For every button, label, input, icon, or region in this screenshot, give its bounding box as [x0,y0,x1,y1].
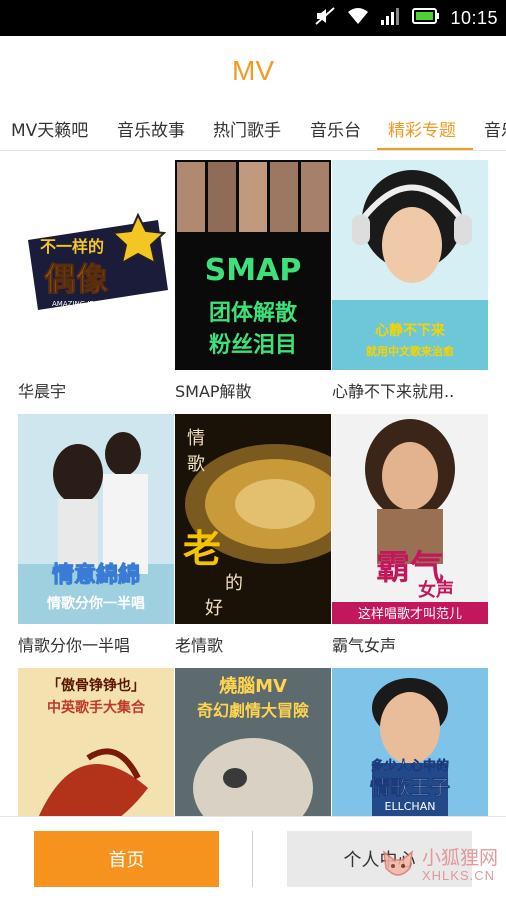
overlay-text: 歌 [187,454,205,475]
home-button[interactable]: 首页 [34,831,219,887]
topic-thumbnail: 心静不下来 就用中文歌来治愈 [332,160,488,370]
overlay-text: 粉丝泪目 [209,332,297,358]
active-tab-indicator [377,148,473,150]
watermark: 小狐狸网 XHLKS.CN [380,846,498,886]
overlay-text: 的 [225,573,243,594]
status-bar: 10:15 [0,0,506,36]
topic-thumbnail: 情意綿綿 情歌分你一半唱 [18,414,174,624]
topic-caption: 情歌分你一半唱 [18,636,131,655]
overlay-text: 「傲骨铮铮也」 [47,677,145,694]
tab-mv-tianlai[interactable]: MV天籁吧 [11,106,88,150]
overlay-text: 女声 [418,579,454,601]
overlay-text: 好 [205,598,223,619]
tab-music-story[interactable]: 音乐故事 [117,106,185,150]
fox-logo-icon [380,846,416,886]
overlay-text: 情歌分你一半唱 [47,595,145,612]
overlay-text: 情意綿綿 [52,562,140,588]
page-title: MV [232,55,274,86]
title-bar: MV [0,36,506,106]
category-tabs: MV天籁吧 音乐故事 热门歌手 音乐台 精彩专题 音乐 [0,106,506,151]
topic-thumbnail: 情 歌 老 的 好 [175,414,331,624]
overlay-text: 情歌王子 [370,775,450,799]
tab-featured-topics[interactable]: 精彩专题 [388,106,456,150]
overlay-text: AMAZING IDOL [52,300,104,308]
topic-thumbnail: SMAP 团体解散 粉丝泪目 [175,160,331,370]
topic-card[interactable]: 情意綿綿 情歌分你一半唱 情歌分你一半唱 [18,414,174,655]
overlay-text: 偶像 [44,260,108,298]
nav-divider [252,831,253,887]
topic-caption: 老情歌 [175,636,224,655]
tab-hot-singers[interactable]: 热门歌手 [213,106,281,150]
overlay-text: 心静不下来 [375,322,446,339]
overlay-text: 中英歌手大集合 [47,699,146,716]
overlay-text: 多少人心中的 [371,758,449,774]
topic-thumbnail: 霸气 女声 这样唱歌才叫范儿 [332,414,488,624]
mute-icon [314,6,336,30]
tab-music-station[interactable]: 音乐台 [310,106,361,150]
topic-card[interactable]: 不一样的 偶像 AMAZING IDOL 华晨宇 [18,160,174,401]
overlay-text: ELLCHAN [385,800,436,813]
overlay-text: 情 [187,428,205,449]
topic-card[interactable]: SMAP 团体解散 粉丝泪目 SMAP解散 [175,160,331,401]
status-time: 10:15 [450,7,498,28]
topic-card[interactable]: 心静不下来 就用中文歌来治愈 心静不下来就用.. [332,160,488,401]
overlay-text: 不一样的 [40,237,104,256]
overlay-text: 这样唱歌才叫范儿 [358,606,462,622]
wifi-icon [346,6,370,30]
watermark-en: XHLKS.CN [421,868,496,884]
topic-caption: SMAP解散 [175,382,252,401]
overlay-text: 就用中文歌来治愈 [366,344,455,358]
signal-icon [380,6,402,30]
overlay-text: 燒腦MV [219,675,287,697]
topic-card[interactable]: 情 歌 老 的 好 老情歌 [175,414,331,655]
topic-caption: 霸气女声 [332,636,397,655]
topic-thumbnail: 不一样的 偶像 AMAZING IDOL [18,160,174,370]
overlay-text: SMAP [205,253,302,288]
overlay-text: 团体解散 [209,300,298,326]
tab-music-more[interactable]: 音乐 [484,106,506,150]
topic-caption: 心静不下来就用.. [332,382,455,401]
topic-card[interactable]: 霸气 女声 这样唱歌才叫范儿 霸气女声 [332,414,488,655]
battery-icon [412,7,440,29]
overlay-text: 老 [183,526,221,571]
overlay-text: 奇幻劇情大冒險 [197,701,309,720]
topic-caption: 华晨宇 [18,382,67,401]
watermark-cn: 小狐狸网 [421,848,498,870]
